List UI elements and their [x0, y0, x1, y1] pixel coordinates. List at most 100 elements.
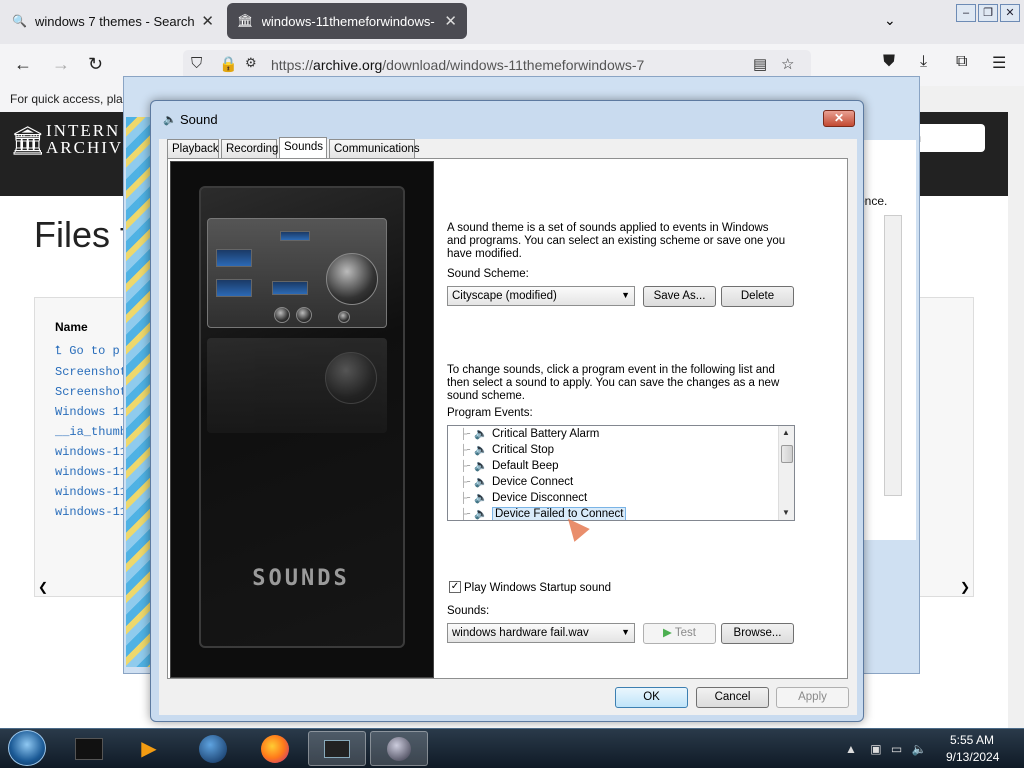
test-label: Test	[674, 627, 696, 639]
archive-icon: 🏛	[237, 13, 254, 28]
firefox-icon[interactable]	[246, 731, 304, 766]
sound-scheme-label: Sound Scheme:	[447, 268, 529, 280]
sound-theme-preview-image: SOUNDS	[170, 161, 434, 678]
background-window-scrollbar[interactable]	[884, 215, 902, 496]
bookmark-star-icon[interactable]: ☆	[781, 55, 794, 73]
sounds-label: Sounds:	[447, 605, 490, 617]
save-as-button[interactable]: Save As...	[643, 286, 716, 307]
speaker-icon: 🔈	[474, 476, 488, 488]
column-header-name[interactable]: Name	[55, 320, 88, 334]
tray-app-icon[interactable]: ▣	[870, 742, 881, 756]
file-link[interactable]: windows-11	[55, 465, 127, 479]
list-item[interactable]: ├╴ 🔈 Critical Stop	[448, 443, 778, 459]
reader-view-icon[interactable]: ▤	[753, 55, 767, 73]
archive-logo-icon[interactable]: 🏛	[10, 124, 46, 156]
browser-tab-bar: 🔍 windows 7 themes - Search ✕ 🏛 windows-…	[0, 0, 1024, 44]
system-tray: ▲ ▣ ▭ 🔈	[845, 742, 927, 756]
pocket-icon[interactable]: ⛊	[883, 53, 895, 71]
close-icon[interactable]: ✕	[444, 12, 457, 30]
clock-time[interactable]: 5:55 AM	[950, 733, 994, 747]
tab-list-chevron-icon[interactable]: ⌄	[884, 12, 896, 29]
play-icon: ▶	[663, 627, 675, 639]
sound-scheme-select[interactable]: Cityscape (modified) ▼	[447, 286, 635, 306]
sound-app-icon[interactable]	[370, 731, 428, 766]
page-scrollbar[interactable]	[1008, 86, 1024, 728]
startup-sound-label[interactable]: Play Windows Startup sound	[464, 582, 611, 595]
taskbar-app-icon[interactable]	[60, 731, 118, 766]
close-window-icon[interactable]: ✕	[1000, 4, 1020, 22]
speaker-icon: 🔈	[163, 114, 177, 126]
list-item[interactable]: ├╴ 🔈 Device Disconnect	[448, 491, 778, 507]
sound-file-value: windows hardware fail.wav	[452, 627, 589, 639]
close-icon[interactable]: ✕	[201, 12, 214, 30]
forward-arrow-icon[interactable]: →	[52, 54, 70, 75]
globe-icon[interactable]	[184, 731, 242, 766]
list-item[interactable]: ├╴ 🔈 Device Connect	[448, 475, 778, 491]
dialog-body: Playback Recording Sounds Communications	[159, 137, 857, 715]
scroll-right-icon[interactable]: ❯	[960, 580, 970, 594]
menu-icon[interactable]: ☰	[992, 53, 1006, 73]
file-link[interactable]: Windows 11	[55, 405, 127, 419]
browse-button[interactable]: Browse...	[721, 623, 794, 644]
url-text[interactable]: https://archive.org/download/windows-11t…	[271, 57, 644, 73]
file-link[interactable]: __ia_thumb	[55, 425, 127, 439]
event-label: Device Connect	[492, 476, 574, 488]
media-player-icon[interactable]: ▶	[120, 731, 178, 766]
speaker-icon: 🔈	[474, 460, 488, 472]
extensions-icon[interactable]: ⧉	[956, 53, 967, 71]
startup-sound-checkbox[interactable]: ✓	[449, 581, 461, 593]
reload-icon[interactable]: ↻	[88, 54, 103, 75]
list-item[interactable]: ├╴ 🔈 Default Beep	[448, 459, 778, 475]
back-arrow-icon[interactable]: ←	[14, 54, 32, 75]
tab-search[interactable]: 🔍 windows 7 themes - Search ✕	[2, 3, 224, 39]
search-icon: 🔍	[12, 14, 27, 28]
minimize-icon[interactable]: –	[956, 4, 976, 22]
sounds-tab-panel: SOUNDS A sound theme is a set of sounds …	[167, 158, 848, 679]
clock-date[interactable]: 9/13/2024	[946, 750, 999, 764]
lock-icon[interactable]: 🔒	[219, 55, 238, 73]
test-button[interactable]: ▶ Test	[643, 623, 716, 644]
scroll-up-icon[interactable]: ▲	[782, 428, 790, 437]
scroll-thumb[interactable]	[781, 445, 793, 463]
change-line: then select a sound to apply. You can sa…	[447, 377, 780, 389]
file-link[interactable]: windows-11	[55, 505, 127, 519]
scroll-left-icon[interactable]: ❮	[38, 580, 48, 594]
tab-label: windows 7 themes - Search	[34, 13, 195, 29]
apply-button[interactable]: Apply	[776, 687, 849, 708]
url-path: /download/windows-11themeforwindows-7	[382, 57, 645, 73]
download-icon[interactable]: ⤓	[920, 53, 927, 71]
tab-communications[interactable]: Communications	[329, 139, 420, 159]
dialog-close-button[interactable]: ✕	[823, 110, 855, 127]
tab-sounds[interactable]: Sounds	[279, 137, 327, 159]
program-events-list[interactable]: ├╴ 🔈 Critical Battery Alarm ├╴ 🔈 Critical St…	[447, 425, 795, 521]
file-link[interactable]: Screenshot	[55, 365, 127, 379]
intro-line: A sound theme is a set of sounds applied…	[447, 222, 769, 234]
tab-recording[interactable]: Recording	[221, 139, 278, 159]
show-hidden-icons[interactable]: ▲	[845, 742, 857, 756]
sound-file-select[interactable]: windows hardware fail.wav ▼	[447, 623, 635, 643]
network-icon[interactable]: ▭	[891, 742, 902, 756]
cancel-button[interactable]: Cancel	[696, 687, 769, 708]
file-link[interactable]: windows-11	[55, 485, 127, 499]
bookmark-hint: For quick access, plac	[0, 86, 130, 112]
list-item-selected[interactable]: ├╴ 🔈 Device Failed to Connect	[448, 507, 778, 520]
shield-icon[interactable]: ⛉	[191, 55, 202, 72]
restore-icon[interactable]: ❐	[978, 4, 998, 22]
volume-icon[interactable]: 🔈	[912, 742, 927, 756]
tab-label: windows-11themeforwindows-	[261, 13, 435, 29]
background-window-image	[126, 117, 152, 667]
ok-button[interactable]: OK	[615, 687, 688, 708]
speaker-icon: 🔈	[474, 508, 488, 520]
taskbar-window-icon[interactable]	[308, 731, 366, 766]
tab-archive[interactable]: 🏛 windows-11themeforwindows- ✕	[227, 3, 467, 39]
tab-playback[interactable]: Playback	[167, 139, 219, 159]
file-link[interactable]: windows-11	[55, 445, 127, 459]
list-item[interactable]: ├╴ 🔈 Critical Battery Alarm	[448, 427, 778, 443]
delete-button[interactable]: Delete	[721, 286, 794, 307]
scroll-down-icon[interactable]: ▼	[782, 508, 790, 517]
file-link[interactable]: ⮤ Go to p	[55, 344, 120, 358]
events-scrollbar[interactable]: ▲ ▼	[778, 426, 794, 520]
permissions-icon[interactable]: ⚙	[245, 55, 257, 71]
start-button[interactable]	[8, 730, 46, 766]
file-link[interactable]: Screenshot	[55, 385, 127, 399]
